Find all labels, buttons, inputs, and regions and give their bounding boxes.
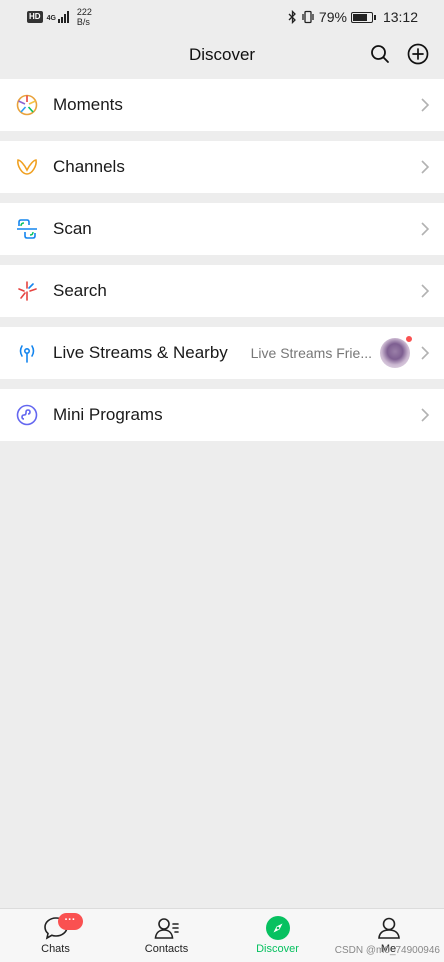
scan-icon <box>16 218 38 240</box>
tab-chats[interactable]: ··· Chats <box>16 913 96 955</box>
menu-item-mini-programs[interactable]: Mini Programs <box>0 389 444 441</box>
live-streams-icon <box>16 342 38 364</box>
plus-circle-icon <box>407 43 429 65</box>
moments-icon <box>16 94 38 116</box>
signal-bar <box>66 11 69 23</box>
status-left: HD 4G 222 B/s <box>27 7 92 27</box>
chevron-right-icon <box>421 284 430 298</box>
add-button[interactable] <box>406 42 430 66</box>
chevron-right-icon <box>421 408 430 422</box>
tab-label: Contacts <box>144 943 189 955</box>
signal-strength-icon: 4G <box>47 11 69 23</box>
header-actions <box>368 42 430 66</box>
tab-discover[interactable]: Discover <box>238 915 318 955</box>
signal-bar <box>57 19 60 23</box>
channels-icon <box>16 156 38 178</box>
menu-label: Live Streams & Nearby <box>53 343 228 362</box>
tab-contacts[interactable]: Contacts <box>127 915 207 955</box>
clock: 13:12 <box>382 9 418 25</box>
mini-programs-icon <box>16 404 38 426</box>
chevron-right-icon <box>421 222 430 236</box>
net-speed-unit: B/s <box>76 17 90 27</box>
battery-fill <box>352 13 368 21</box>
menu-item-moments[interactable]: Moments <box>0 79 444 131</box>
menu-label: Channels <box>53 157 125 176</box>
menu-item-search[interactable]: Search <box>0 265 444 317</box>
battery-icon <box>350 11 376 23</box>
watermark: CSDN @m0_74900946 <box>334 945 440 956</box>
status-bar: HD 4G 222 B/s 79% 13:12 <box>0 0 444 34</box>
battery-percent: 79% <box>318 9 347 25</box>
signal-bar <box>63 14 66 23</box>
tab-label: Chats <box>41 943 70 955</box>
contacts-icon <box>154 915 180 941</box>
menu-item-live-streams[interactable]: Live Streams & Nearby Live Streams Frie.… <box>0 327 444 379</box>
vibrate-icon <box>302 10 314 24</box>
network-type: 4G <box>46 15 56 22</box>
header: Discover <box>0 34 444 76</box>
chevron-right-icon <box>421 98 430 112</box>
hd-badge: HD <box>27 11 43 23</box>
menu-item-scan[interactable]: Scan <box>0 203 444 255</box>
menu-label: Scan <box>53 219 92 238</box>
compass-icon <box>265 915 291 941</box>
chevron-right-icon <box>421 160 430 174</box>
menu-label: Moments <box>53 95 123 114</box>
person-icon <box>376 915 402 941</box>
menu-item-channels[interactable]: Channels <box>0 141 444 193</box>
signal-bar <box>60 17 63 23</box>
menu-label: Mini Programs <box>53 405 163 424</box>
menu-label: Search <box>53 281 107 300</box>
friend-avatar <box>380 335 413 368</box>
search-sparkle-icon <box>16 280 38 302</box>
net-speed-value: 222 <box>76 7 92 17</box>
search-icon <box>371 45 389 63</box>
notification-dot <box>405 335 413 343</box>
live-streams-subtitle: Live Streams Frie... <box>250 345 372 361</box>
chevron-right-icon <box>421 346 430 360</box>
status-right: 79% 13:12 <box>288 9 418 25</box>
page-title: Discover <box>188 45 256 64</box>
unread-badge: ··· <box>57 913 83 930</box>
tab-label: Discover <box>256 943 299 955</box>
bluetooth-icon <box>288 10 296 24</box>
search-button[interactable] <box>368 42 392 66</box>
net-speed: 222 B/s <box>77 7 92 27</box>
